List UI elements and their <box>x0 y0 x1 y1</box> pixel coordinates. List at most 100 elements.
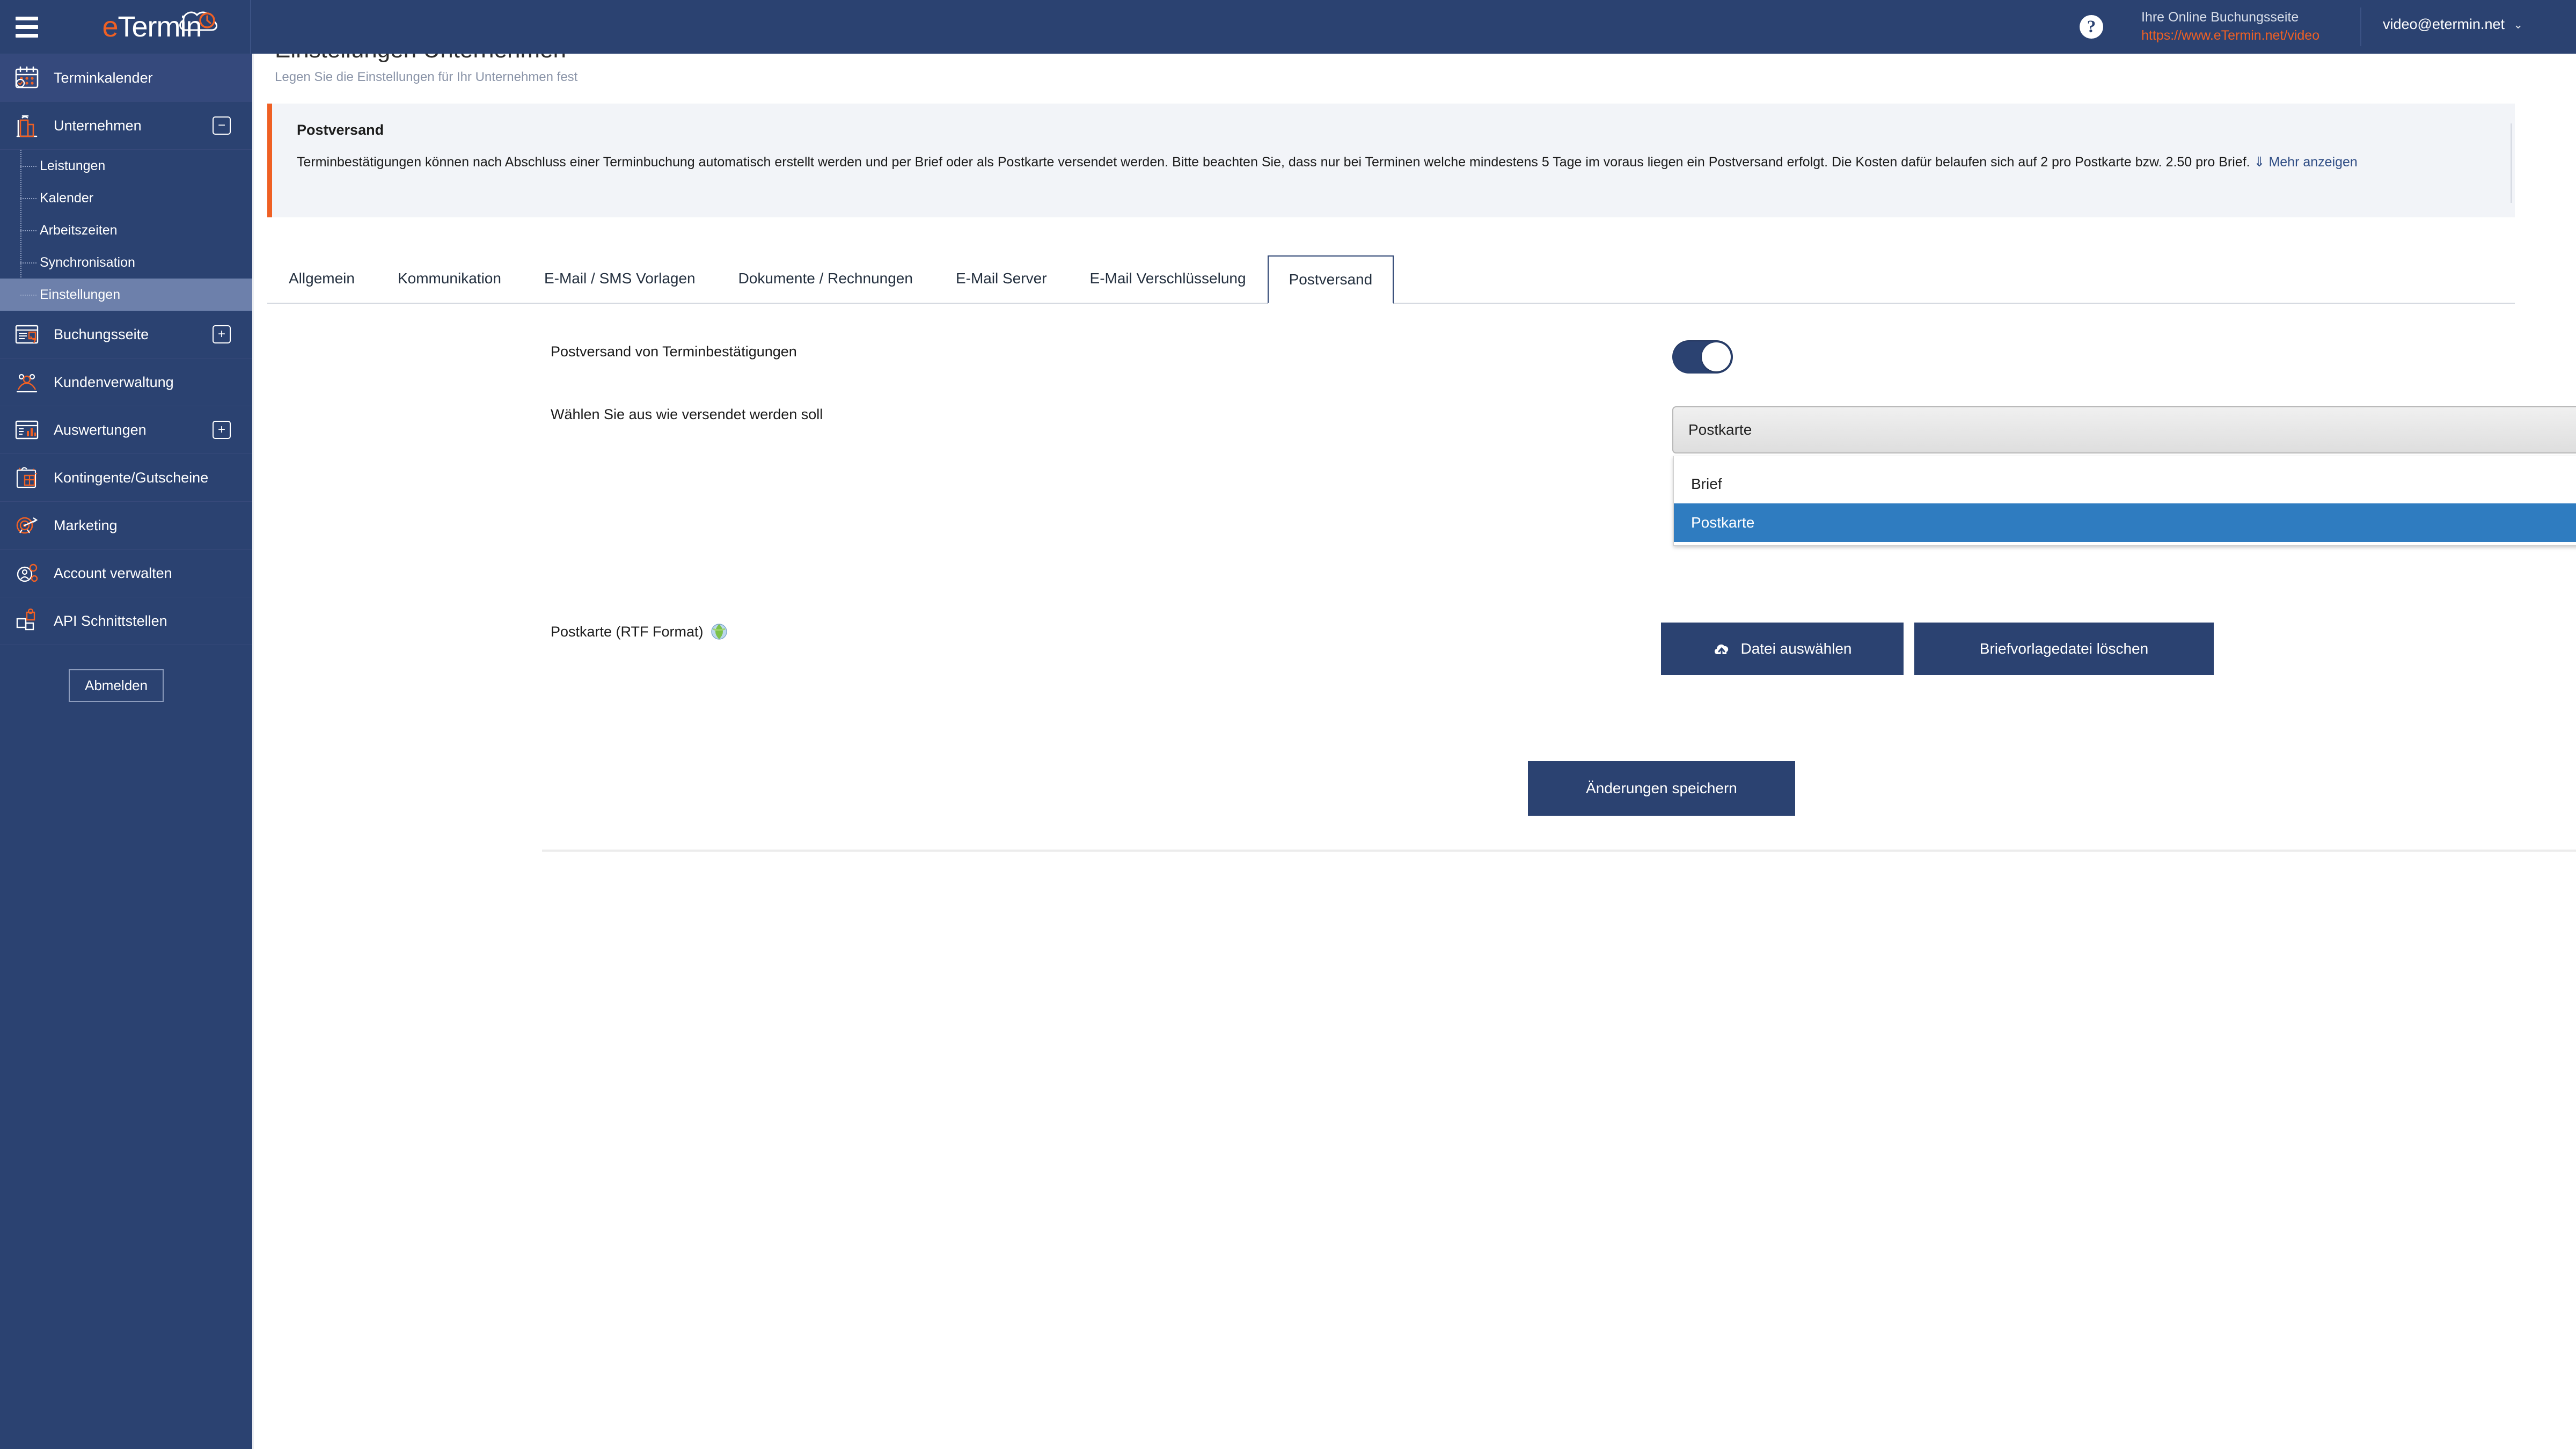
globe-icon <box>711 624 727 640</box>
app-logo[interactable]: eTermin <box>54 0 251 54</box>
sidebar-item-kontingente-gutscheine[interactable]: Kontingente/Gutscheine <box>0 454 252 502</box>
tab-allgemein[interactable]: Allgemein <box>267 254 376 303</box>
sidebar-item-auswertungen[interactable]: Auswertungen + <box>0 406 252 454</box>
top-bar: eTermin ? Ihre Online Buchungsseite http… <box>0 0 2576 54</box>
help-icon[interactable]: ? <box>2080 15 2103 39</box>
briefvorlagedatei-loeschen-button[interactable]: Briefvorlagedatei löschen <box>1914 623 2214 675</box>
toggle-knob <box>1702 342 1731 371</box>
datei-auswaehlen-button[interactable]: Datei auswählen <box>1661 623 1904 675</box>
tab-label: E-Mail Server <box>955 270 1047 287</box>
sidebar-item-label: Auswertungen <box>54 421 147 438</box>
sidebar-item-einstellungen[interactable]: Einstellungen <box>0 279 252 311</box>
sidebar-item-marketing[interactable]: Marketing <box>0 502 252 550</box>
user-account-menu[interactable]: video@etermin.net ⌄ <box>2383 16 2523 33</box>
topbar-divider <box>2360 8 2361 46</box>
sidebar-item-label: API Schnittstellen <box>54 612 167 629</box>
briefvorlagedatei-loeschen-label: Briefvorlagedatei löschen <box>1979 640 2149 657</box>
versandart-select[interactable]: Postkarte ▼ <box>1672 406 2576 453</box>
show-more-link[interactable]: ⇓ Mehr anzeigen <box>2254 155 2358 170</box>
hamburger-bar <box>16 33 38 38</box>
sidebar-item-kundenverwaltung[interactable]: Kundenverwaltung <box>0 358 252 406</box>
tab-dokumente-rechnungen[interactable]: Dokumente / Rechnungen <box>717 254 934 303</box>
sidebar-subnav-unternehmen: Leistungen Kalender Arbeitszeiten Synchr… <box>0 150 252 311</box>
logout-button[interactable]: Abmelden <box>69 669 164 702</box>
sidebar-item-arbeitszeiten[interactable]: Arbeitszeiten <box>0 214 252 246</box>
sidebar-item-label: Kundenverwaltung <box>54 374 174 390</box>
postversand-toggle-label: Postversand von Terminbestätigungen <box>551 343 797 360</box>
logo-accent-letter: e <box>102 11 118 43</box>
sidebar-item-label: Account verwalten <box>54 565 172 581</box>
info-alert: Postversand Terminbestätigungen können n… <box>267 104 2515 217</box>
sidebar-subitem-label: Synchronisation <box>40 254 135 270</box>
booking-page-block: Ihre Online Buchungsseite https://www.eT… <box>2141 9 2319 45</box>
save-changes-button[interactable]: Änderungen speichern <box>1528 761 1795 816</box>
building-icon <box>0 112 54 140</box>
sidebar-subitem-label: Kalender <box>40 190 94 206</box>
sidebar-item-synchronisation[interactable]: Synchronisation <box>0 246 252 279</box>
sidebar-item-label: Kontingente/Gutscheine <box>54 469 209 486</box>
versandart-select-value: Postkarte <box>1688 421 1752 438</box>
select-option-brief[interactable]: Brief <box>1674 465 2576 503</box>
cloud-clock-icon <box>179 11 217 31</box>
hamburger-menu-icon[interactable] <box>0 0 54 54</box>
upload-cloud-icon <box>1715 644 1729 657</box>
alert-body: Terminbestätigungen können nach Abschlus… <box>297 151 2490 173</box>
booking-page-icon <box>0 320 54 348</box>
voucher-icon <box>0 464 54 492</box>
tab-label: Kommunikation <box>397 270 501 287</box>
tab-label: E-Mail Verschlüsselung <box>1089 270 1246 287</box>
postkarte-file-label-text: Postkarte (RTF Format) <box>551 623 704 640</box>
content-left-edge <box>252 54 254 1449</box>
select-option-postkarte[interactable]: Postkarte <box>1674 503 2576 542</box>
booking-page-link[interactable]: https://www.eTermin.net/video <box>2141 27 2319 45</box>
tab-label: Allgemein <box>289 270 355 287</box>
postversand-toggle[interactable] <box>1672 340 1733 374</box>
sidebar-item-kalender[interactable]: Kalender <box>0 182 252 214</box>
sidebar-item-terminkalender[interactable]: Terminkalender <box>0 54 252 102</box>
booking-page-label: Ihre Online Buchungsseite <box>2141 10 2299 25</box>
help-glyph: ? <box>2087 17 2096 36</box>
tab-email-sms-vorlagen[interactable]: E-Mail / SMS Vorlagen <box>523 254 717 303</box>
alert-body-text: Terminbestätigungen können nach Abschlus… <box>297 155 2250 170</box>
sidebar: Terminkalender Unternehmen − Leistungen … <box>0 54 252 1449</box>
logout-container: Abmelden <box>0 645 252 726</box>
customers-icon <box>0 368 54 396</box>
tab-postversand[interactable]: Postversand <box>1267 255 1394 304</box>
tab-email-server[interactable]: E-Mail Server <box>934 254 1069 303</box>
tab-label: Postversand <box>1289 271 1373 288</box>
sidebar-item-leistungen[interactable]: Leistungen <box>0 150 252 182</box>
account-gear-icon <box>0 559 54 587</box>
target-icon <box>0 511 54 539</box>
content-divider <box>542 850 2576 852</box>
save-changes-label: Änderungen speichern <box>1586 780 1737 796</box>
sidebar-subitem-label: Leistungen <box>40 158 106 173</box>
sidebar-subitem-label: Arbeitszeiten <box>40 222 118 238</box>
datei-auswaehlen-label: Datei auswählen <box>1740 640 1852 657</box>
sidebar-item-unternehmen[interactable]: Unternehmen − <box>0 102 252 150</box>
tab-kommunikation[interactable]: Kommunikation <box>376 254 523 303</box>
collapse-minus-icon[interactable]: − <box>213 116 231 135</box>
calendar-icon <box>0 64 54 92</box>
expand-plus-icon[interactable]: + <box>213 421 231 439</box>
sidebar-item-label: Buchungsseite <box>54 326 149 342</box>
hamburger-bar <box>16 16 38 20</box>
expand-plus-icon[interactable]: + <box>213 325 231 343</box>
tab-label: Dokumente / Rechnungen <box>738 270 913 287</box>
hamburger-bar <box>16 25 38 29</box>
versandart-select-dropdown: Brief Postkarte <box>1673 456 2576 546</box>
postkarte-file-label: Postkarte (RTF Format) <box>551 623 728 641</box>
main-content: Einstellungen Unternehmen Legen Sie die … <box>252 0 2576 1449</box>
sidebar-item-api-schnittstellen[interactable]: API Schnittstellen <box>0 597 252 645</box>
tab-email-verschluesselung[interactable]: E-Mail Verschlüsselung <box>1069 254 1268 303</box>
alert-title: Postversand <box>297 122 384 138</box>
page-subtitle: Legen Sie die Einstellungen für Ihr Unte… <box>275 70 578 84</box>
chevron-down-icon: ⌄ <box>2513 17 2523 31</box>
tab-label: E-Mail / SMS Vorlagen <box>544 270 696 287</box>
sidebar-item-label: Marketing <box>54 517 118 533</box>
sidebar-item-account-verwalten[interactable]: Account verwalten <box>0 550 252 597</box>
sidebar-subitem-label: Einstellungen <box>40 287 121 302</box>
sidebar-item-label: Unternehmen <box>54 117 142 134</box>
user-email-label: video@etermin.net <box>2383 16 2505 32</box>
sidebar-item-buchungsseite[interactable]: Buchungsseite + <box>0 311 252 358</box>
settings-tabs: Allgemein Kommunikation E-Mail / SMS Vor… <box>267 255 2515 304</box>
